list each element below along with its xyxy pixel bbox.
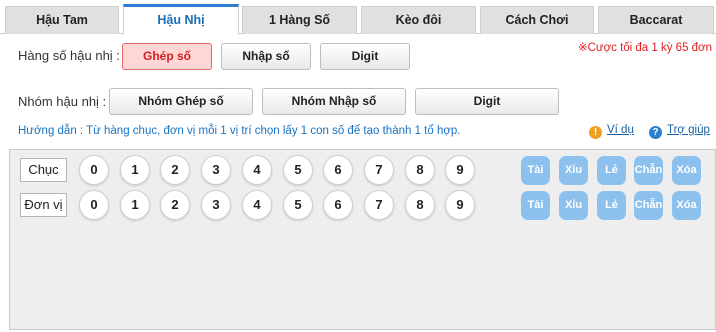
nhom-nhap-so-button[interactable]: Nhóm Nhập số: [262, 88, 406, 115]
example-link[interactable]: ! Ví dụ: [589, 124, 634, 139]
don-vi-xiu-button[interactable]: Xỉu: [559, 191, 588, 220]
tab-1-hang-so[interactable]: 1 Hàng Số: [242, 6, 357, 34]
tab-baccarat[interactable]: Baccarat: [598, 6, 714, 34]
bet-limit-note: ※Cược tối đa 1 kỳ 65 đơn: [577, 42, 712, 54]
chuc-digit-2[interactable]: 2: [160, 155, 190, 185]
don-vi-le-button[interactable]: Lẻ: [597, 191, 626, 220]
chuc-le-button[interactable]: Lẻ: [597, 156, 626, 185]
chuc-chan-button[interactable]: Chẵn: [634, 156, 663, 185]
chuc-digit-4[interactable]: 4: [242, 155, 272, 185]
chuc-digit-5[interactable]: 5: [283, 155, 313, 185]
don-vi-digit-9[interactable]: 9: [445, 190, 475, 220]
exclamation-icon: !: [589, 126, 602, 139]
don-vi-digit-4[interactable]: 4: [242, 190, 272, 220]
tab-hau-tam[interactable]: Hậu Tam: [5, 6, 119, 34]
chuc-tai-button[interactable]: Tài: [521, 156, 550, 185]
don-vi-digit-6[interactable]: 6: [323, 190, 353, 220]
nhom-label: Nhóm hậu nhị :: [18, 94, 107, 109]
chuc-digit-1[interactable]: 1: [120, 155, 150, 185]
don-vi-tai-button[interactable]: Tài: [521, 191, 550, 220]
nhom-digit-button[interactable]: Digit: [415, 88, 559, 115]
example-label: Ví dụ: [607, 124, 634, 136]
chuc-xiu-button[interactable]: Xỉu: [559, 156, 588, 185]
question-icon: ?: [649, 126, 662, 139]
nhom-ghep-so-button[interactable]: Nhóm Ghép số: [109, 88, 253, 115]
don-vi-digit-0[interactable]: 0: [79, 190, 109, 220]
tab-bar: Hậu Tam Hậu Nhị 1 Hàng Số Kèo đôi Cách C…: [0, 0, 716, 35]
chuc-digit-0[interactable]: 0: [79, 155, 109, 185]
don-vi-digit-3[interactable]: 3: [201, 190, 231, 220]
don-vi-digit-8[interactable]: 8: [405, 190, 435, 220]
digit-button[interactable]: Digit: [320, 43, 410, 70]
tab-hau-nhi[interactable]: Hậu Nhị: [123, 4, 239, 35]
help-label: Trợ giúp: [667, 124, 710, 136]
don-vi-xoa-button[interactable]: Xóa: [672, 191, 701, 220]
chuc-digit-6[interactable]: 6: [323, 155, 353, 185]
tab-cach-choi[interactable]: Cách Chơi: [480, 6, 594, 34]
ghep-so-button[interactable]: Ghép số: [122, 43, 212, 70]
don-vi-digit-5[interactable]: 5: [283, 190, 313, 220]
chuc-digit-3[interactable]: 3: [201, 155, 231, 185]
don-vi-digit-1[interactable]: 1: [120, 190, 150, 220]
chuc-digit-8[interactable]: 8: [405, 155, 435, 185]
nhap-so-button[interactable]: Nhập số: [221, 43, 311, 70]
chuc-digit-9[interactable]: 9: [445, 155, 475, 185]
guide-text: Hướng dẫn : Từ hàng chục, đơn vị mỗi 1 v…: [18, 125, 461, 137]
don-vi-label: Đơn vị: [20, 193, 67, 217]
tab-keo-doi[interactable]: Kèo đôi: [361, 6, 476, 34]
chuc-xoa-button[interactable]: Xóa: [672, 156, 701, 185]
chuc-digit-7[interactable]: 7: [364, 155, 394, 185]
chuc-label: Chục: [20, 158, 67, 182]
don-vi-digit-7[interactable]: 7: [364, 190, 394, 220]
help-link[interactable]: ? Trợ giúp: [649, 124, 710, 139]
don-vi-chan-button[interactable]: Chẵn: [634, 191, 663, 220]
hang-so-label: Hàng số hậu nhị :: [18, 48, 120, 63]
don-vi-digit-2[interactable]: 2: [160, 190, 190, 220]
